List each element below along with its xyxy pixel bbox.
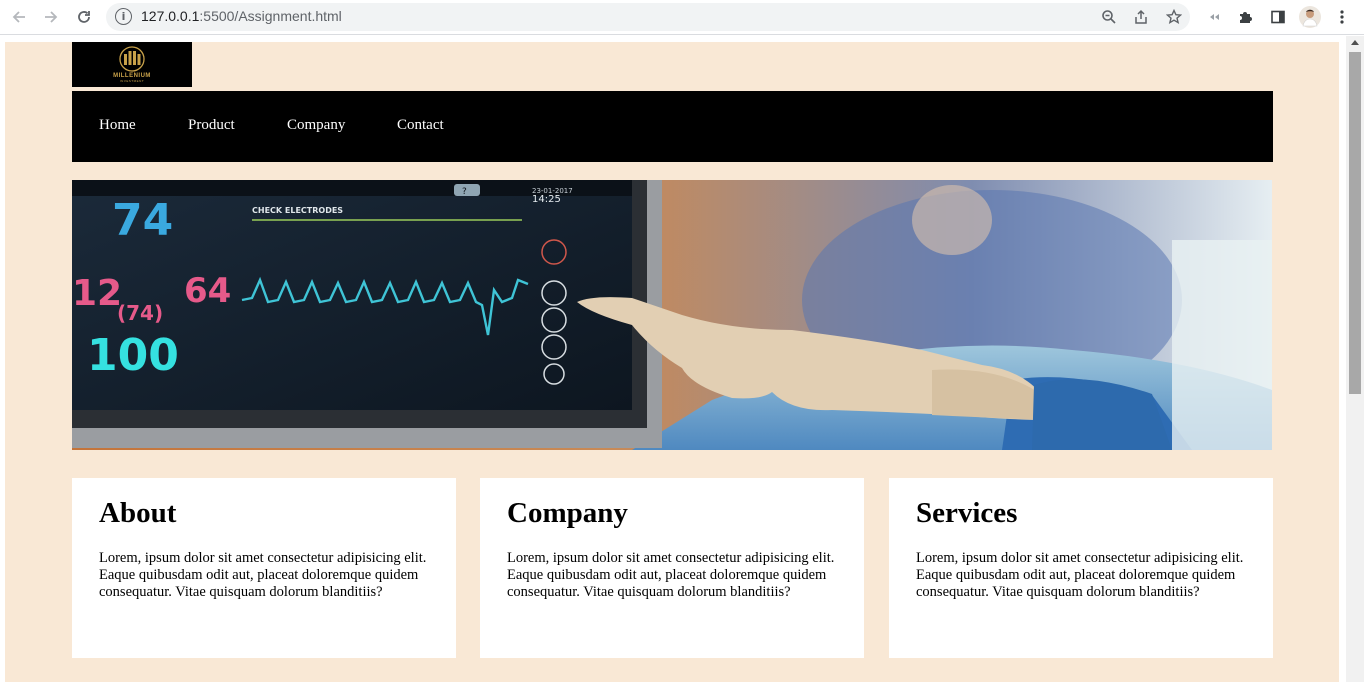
zoom-icon[interactable]: [1098, 6, 1120, 28]
url-host: 127.0.0.1: [141, 8, 200, 24]
forward-button[interactable]: [38, 5, 64, 29]
hr-reading: 74: [112, 195, 173, 246]
back-arrow-icon: [12, 11, 25, 23]
card-title: Services: [916, 497, 1018, 529]
bookmark-star-icon[interactable]: [1163, 6, 1185, 28]
logo-subtitle: INVESTMENT: [119, 79, 145, 83]
address-bar[interactable]: i 127.0.0.1:5500/Assignment.html: [106, 3, 1190, 31]
extensions-puzzle-icon[interactable]: [1234, 5, 1258, 29]
side-panel-icon[interactable]: [1266, 5, 1290, 29]
reload-button[interactable]: [71, 5, 97, 29]
card-text: Lorem, ipsum dolor sit amet consectetur …: [916, 550, 1244, 600]
scroll-up-arrow-icon[interactable]: [1351, 40, 1359, 45]
back-button[interactable]: [6, 5, 32, 29]
hero-image: 74 12 64 (74) 100 CHECK ELECTRODES ? 23-…: [72, 180, 1272, 450]
extension-icon[interactable]: [1202, 5, 1226, 29]
nav-contact[interactable]: Contact: [397, 117, 444, 134]
card-about: About Lorem, ipsum dolor sit amet consec…: [72, 478, 456, 658]
nav-company[interactable]: Company: [287, 117, 345, 134]
nav-home[interactable]: Home: [99, 117, 136, 134]
url-path: :5500/Assignment.html: [199, 8, 342, 24]
forward-arrow-icon: [45, 11, 58, 23]
browser-toolbar: i 127.0.0.1:5500/Assignment.html: [0, 0, 1364, 35]
monitor-help-label: ?: [462, 187, 467, 197]
card-title: About: [99, 497, 177, 529]
vertical-scrollbar[interactable]: [1346, 36, 1364, 682]
bp-reading: 12: [72, 273, 122, 314]
url-text[interactable]: 127.0.0.1:5500/Assignment.html: [141, 8, 342, 24]
site-logo[interactable]: MILLENIUM INVESTMENT: [72, 42, 192, 87]
card-text: Lorem, ipsum dolor sit amet consectetur …: [507, 550, 835, 600]
card-company: Company Lorem, ipsum dolor sit amet cons…: [480, 478, 864, 658]
monitor-time: 14:25: [532, 194, 561, 205]
check-electrodes-label: CHECK ELECTRODES: [252, 206, 343, 215]
scrollbar-thumb[interactable]: [1349, 52, 1361, 394]
reload-icon: [78, 11, 90, 23]
building-logo-icon: [119, 46, 145, 72]
card-text: Lorem, ipsum dolor sit amet consectetur …: [99, 550, 427, 600]
card-title: Company: [507, 497, 628, 529]
bp-reading-2: 64: [184, 271, 231, 311]
card-services: Services Lorem, ipsum dolor sit amet con…: [889, 478, 1273, 658]
share-icon[interactable]: [1130, 6, 1152, 28]
profile-avatar[interactable]: [1298, 5, 1322, 29]
medical-monitor-photo: 74 12 64 (74) 100 CHECK ELECTRODES ? 23-…: [72, 180, 1272, 450]
more-menu-icon[interactable]: [1330, 5, 1354, 29]
spo2-reading: 100: [87, 330, 179, 381]
nav-product[interactable]: Product: [188, 117, 235, 134]
main-navigation: Home Product Company Contact: [72, 91, 1273, 162]
bp-mean: (74): [117, 301, 163, 325]
site-info-icon[interactable]: i: [115, 8, 132, 25]
